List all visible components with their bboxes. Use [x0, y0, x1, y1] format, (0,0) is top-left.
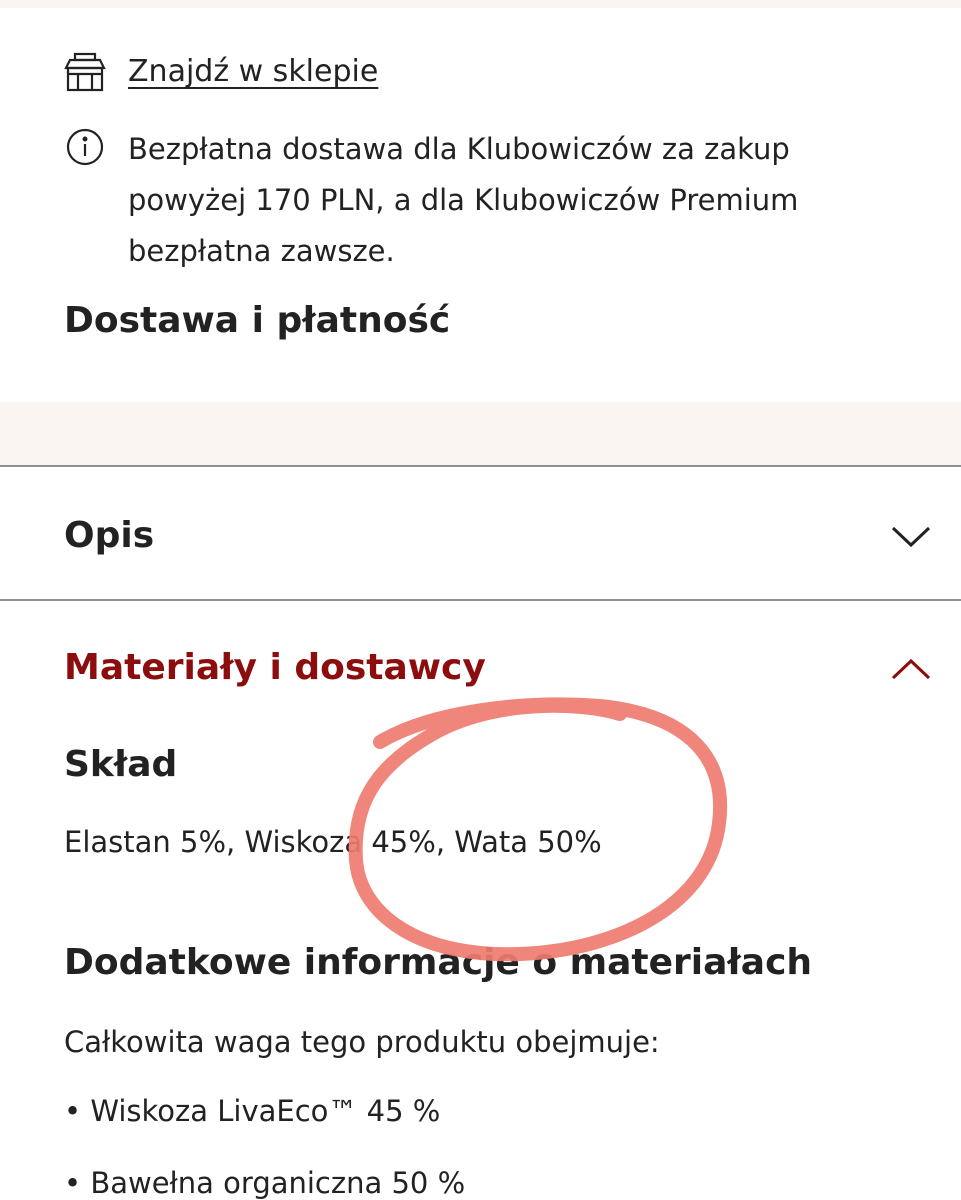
info-icon	[66, 128, 104, 166]
delivery-info-line: Bezpłatna dostawa dla Klubowiczów za zak…	[128, 124, 918, 175]
chevron-down-icon	[889, 522, 933, 550]
list-item: • Wiskoza LivaEco™ 45 %	[64, 1094, 440, 1128]
additional-info-intro: Całkowita waga tego produktu obejmuje:	[64, 1025, 660, 1059]
accordion-materials[interactable]: Materiały i dostawcy	[0, 603, 961, 733]
store-icon	[64, 52, 106, 94]
accordion-description-title: Opis	[64, 515, 154, 556]
delivery-info-line: bezpłatna zawsze.	[128, 226, 918, 277]
top-strip	[0, 0, 961, 8]
delivery-info-text: Bezpłatna dostawa dla Klubowiczów za zak…	[128, 124, 918, 277]
divider	[0, 465, 961, 467]
divider	[0, 599, 961, 601]
find-in-store-label[interactable]: Znajdź w sklepie	[128, 54, 378, 89]
delivery-payment-link[interactable]: Dostawa i płatność	[64, 300, 450, 341]
list-item: • Bawełna organiczna 50 %	[64, 1166, 465, 1200]
section-separator-band	[0, 402, 961, 466]
composition-text: Elastan 5%, Wiskoza 45%, Wata 50%	[64, 825, 602, 859]
delivery-info-line: powyżej 170 PLN, a dla Klubowiczów Premi…	[128, 175, 918, 226]
additional-info-heading: Dodatkowe informacje o materiałach	[64, 942, 812, 983]
composition-heading: Skład	[64, 744, 177, 785]
chevron-up-icon	[889, 655, 933, 683]
accordion-materials-title: Materiały i dostawcy	[64, 647, 486, 688]
accordion-description[interactable]: Opis	[0, 470, 961, 600]
